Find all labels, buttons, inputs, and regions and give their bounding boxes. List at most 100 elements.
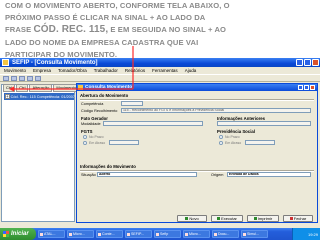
start-label: Iniciar (11, 231, 29, 237)
toolbar-button-3[interactable] (19, 75, 25, 81)
expand-plus-icon[interactable]: + (5, 94, 10, 99)
taskbar-item[interactable]: SEFIP... (125, 230, 152, 238)
prev-no-prazo-label: No Prazo (225, 135, 240, 139)
menu-empresa[interactable]: Empresa (33, 68, 51, 73)
fgts-no-prazo-label: No Prazo (89, 135, 104, 139)
minimize-button[interactable] (296, 59, 303, 66)
prev-date-field (245, 140, 275, 145)
executar-button[interactable]: Executar (211, 215, 243, 222)
novo-label: Novo (189, 216, 199, 221)
task-label: Sefip (160, 232, 169, 236)
section-info-movimento: Informações do Movimento (80, 164, 136, 169)
taskbar-item[interactable]: Conte... (96, 230, 123, 238)
task-label: Micro... (73, 232, 85, 236)
modalidade-field (103, 121, 203, 126)
task-icon (40, 232, 43, 236)
section-abertura: Abertura do Movimento (80, 93, 129, 98)
close-button[interactable] (312, 59, 319, 66)
origem-label: Origem (211, 173, 224, 177)
menu-movimento[interactable]: Movimento (4, 68, 26, 73)
taskbar-item[interactable]: Docu... (212, 230, 239, 238)
menu-relatorios[interactable]: Relatórios (125, 68, 145, 73)
child-titlebar[interactable]: Consulta Movimento (77, 84, 317, 91)
menu-ferramentas[interactable]: Ferramentas (152, 68, 178, 73)
toolbar-button-1[interactable] (3, 75, 9, 81)
child-maximize-button[interactable] (304, 85, 309, 90)
menu-tomador-obra[interactable]: Tomador/Obra (58, 68, 87, 73)
imprimir-button[interactable]: Imprimir (247, 215, 279, 222)
task-icon (127, 232, 130, 236)
caption-code: Cód. Rec. 115, (33, 24, 109, 36)
menu-bar: Movimento Empresa Tomador/Obra Trabalhad… (0, 67, 320, 74)
toolbar-button-5[interactable] (35, 75, 41, 81)
task-icon (214, 232, 217, 236)
fgts-em-atraso-radio[interactable] (83, 141, 87, 145)
fechar-button[interactable]: Fechar (283, 215, 313, 222)
task-icon (98, 232, 101, 236)
tree-item-movement[interactable]: + Cód. Rec.: 115 Competência: 01/2007 (4, 93, 75, 100)
taskbar-item[interactable]: ATAL... (38, 230, 65, 238)
system-tray: 19:29 (292, 228, 320, 240)
tree-item-label[interactable]: Cód. Rec.: 115 Competência: 01/2007 (11, 95, 75, 99)
recolhimento-value: 115 - Recolhimento ao FGTS e Informações… (123, 109, 225, 112)
fgts-no-prazo-radio[interactable] (83, 135, 87, 139)
task-icon (156, 232, 159, 236)
caption-line-3-pre: frase (5, 25, 34, 35)
taskbar: Iniciar ATAL... Micro... Conte... SEFIP.… (0, 228, 320, 240)
tab-alteracao[interactable]: Alteração (29, 84, 53, 92)
situacao-field: Aberto (97, 172, 197, 177)
novo-button[interactable]: Novo (177, 215, 207, 222)
prev-em-atraso-label: Em Atraso (225, 141, 242, 145)
task-label: Micro... (189, 232, 201, 236)
tree-tabs: Ctrl Ctrl Alteração Movimento (3, 84, 80, 92)
consulta-movimento-window: Consulta Movimento Abertura do Movimento… (76, 83, 318, 223)
child-minimize-button[interactable] (298, 85, 303, 90)
tab-ctrl-2[interactable]: Ctrl (16, 84, 29, 92)
previdencia-heading: Previdência Social (217, 129, 255, 134)
imprimir-label: Imprimir (257, 216, 273, 221)
window-titlebar[interactable]: SEFIP - [Consulta Movimento] (0, 58, 320, 67)
caption-line-4: lado do nome da empresa cadastra que vai (5, 37, 199, 47)
mdi-area: Consulta Movimento Abertura do Movimento… (76, 83, 318, 223)
caption-line-3-post: e em seguida no sinal + ao (108, 25, 227, 35)
tab-ctrl-1[interactable]: Ctrl (3, 84, 16, 92)
fgts-em-atraso-label: Em Atraso (89, 141, 106, 145)
maximize-button[interactable] (304, 59, 311, 66)
task-label: Conte... (102, 232, 115, 236)
task-label: Docu... (218, 232, 230, 236)
taskbar-item[interactable]: Micro... (67, 230, 94, 238)
start-button[interactable]: Iniciar (0, 228, 36, 240)
taskbar-item[interactable]: Micro... (183, 230, 210, 238)
situacao-label: Situação (81, 173, 96, 177)
prev-no-prazo-radio[interactable] (219, 135, 223, 139)
child-window-title: Consulta Movimento (85, 85, 133, 90)
window-title: SEFIP - [Consulta Movimento] (12, 59, 98, 66)
close-icon (289, 217, 293, 221)
app-icon (2, 59, 9, 66)
clock: 19:29 (307, 231, 318, 237)
prev-em-atraso-radio[interactable] (219, 141, 223, 145)
taskbar-item[interactable]: Sefip (154, 230, 181, 238)
task-icon (243, 232, 246, 236)
origem-value: Entrada de Dados (229, 173, 259, 176)
task-label: Simul... (247, 232, 259, 236)
toolbar-button-2[interactable] (11, 75, 17, 81)
fechar-label: Fechar (293, 216, 307, 221)
menu-ajuda[interactable]: Ajuda (185, 68, 197, 73)
task-label: ATAL... (44, 232, 56, 236)
taskbar-item[interactable]: Simul... (241, 230, 268, 238)
caption-line-2: próximo passo é clicar na sinal + ao lad… (5, 13, 206, 23)
toolbar-button-4[interactable] (27, 75, 33, 81)
recolhimento-field: 115 - Recolhimento ao FGTS e Informações… (121, 108, 311, 113)
divider (80, 99, 314, 101)
executar-label: Executar (221, 216, 237, 221)
caption-line-3: frase Cód. Rec. 115, e em seguida no sin… (5, 24, 305, 36)
movement-tree-panel: Ctrl Ctrl Alteração Movimento + Cód. Rec… (1, 84, 79, 222)
sefip-window: SEFIP - [Consulta Movimento] Movimento E… (0, 58, 320, 228)
child-close-button[interactable] (310, 85, 315, 90)
executar-icon (217, 217, 221, 221)
origem-field: Entrada de Dados (227, 172, 311, 177)
competencia-field (121, 101, 143, 106)
caption-line-1: com o movimento aberto, conforme tela ab… (5, 1, 230, 10)
menu-trabalhador[interactable]: Trabalhador (94, 68, 118, 73)
